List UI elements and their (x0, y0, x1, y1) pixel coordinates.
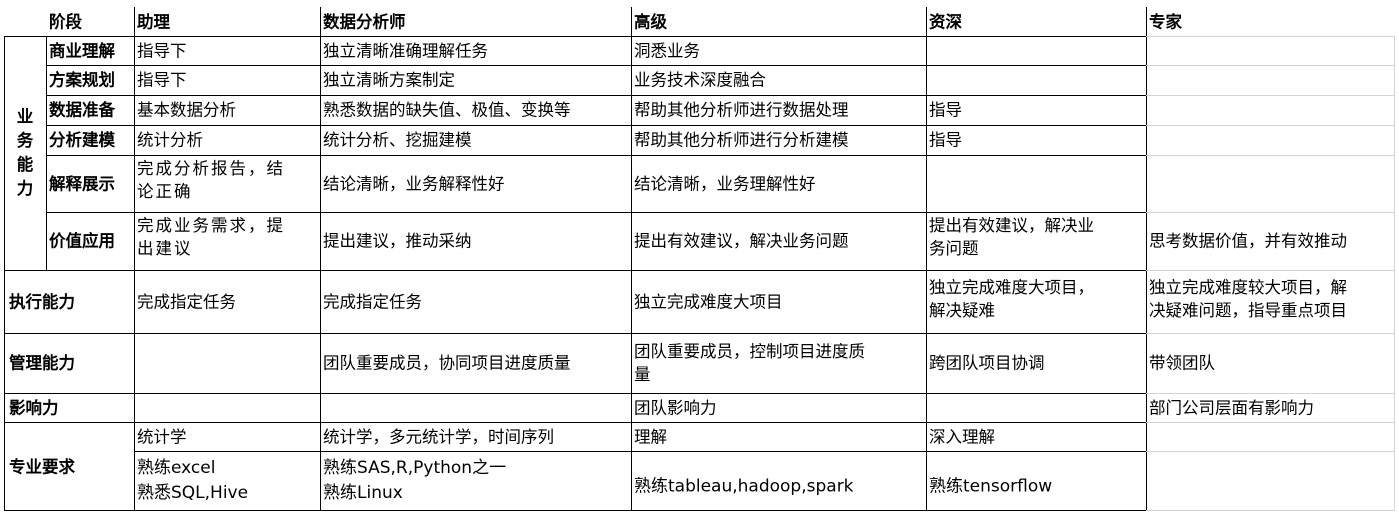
cell-modeling-senior: 帮助其他分析师进行分析建模 (634, 130, 849, 150)
cell-planning-assistant: 指导下 (137, 70, 187, 90)
row-label-execution: 执行能力 (9, 292, 75, 311)
header-senior: 高级 (631, 7, 926, 36)
cell-modeling-analyst: 统计分析、挖掘建模 (323, 130, 472, 150)
header-analyst: 数据分析师 (320, 7, 631, 36)
cell-execution-analyst: 完成指定任务 (323, 292, 422, 311)
cell-influence-senior: 团队影响力 (634, 398, 717, 417)
cell-planning-veteran (926, 65, 1146, 95)
row-label-data-prep: 数据准备 (49, 100, 115, 120)
cell-presentation-senior: 结论清晰，业务理解性好 (634, 174, 816, 193)
cell-prof2-senior: 熟练tableau,hadoop,spark (634, 476, 854, 497)
cell-influence-analyst (320, 393, 631, 422)
cell-prof1-expert (1146, 422, 1394, 451)
cell-prof1-analyst: 统计学，多元统计学，时间序列 (323, 427, 554, 446)
cell-value-analyst: 提出建议，推动采纳 (323, 231, 472, 251)
cell-influence-veteran (926, 393, 1146, 422)
cell-influence-expert: 部门公司层面有影响力 (1149, 398, 1314, 417)
header-veteran: 资深 (926, 7, 1146, 36)
cell-planning-expert (1146, 65, 1394, 95)
category-business-text: 业 务 能 力 (16, 107, 34, 198)
cell-execution-assistant: 完成指定任务 (137, 292, 236, 311)
header-senior-text: 高级 (634, 12, 667, 31)
cell-influence-assistant (134, 393, 320, 422)
cell-prof2-assistant: 熟练excel 熟悉SQL,Hive (137, 458, 249, 503)
row-label-biz-understanding: 商业理解 (49, 41, 115, 60)
cell-execution-expert: 独立完成难度较大项目，解 决疑难问题，指导重点项目 (1149, 278, 1347, 320)
row-label-planning: 方案规划 (49, 70, 115, 90)
cell-value-senior: 提出有效建议，解决业务问题 (634, 231, 849, 251)
cell-presentation-assistant: 完成分析报告，结 论正确 (137, 159, 285, 201)
cell-modeling-expert (1146, 125, 1394, 155)
cell-planning-analyst: 独立清晰方案制定 (323, 70, 455, 90)
cell-management-veteran: 跨团队项目协调 (929, 353, 1045, 373)
cell-presentation-veteran (926, 155, 1146, 212)
cell-biz-assistant: 指导下 (137, 41, 187, 60)
header-stage: 阶段 (46, 7, 134, 36)
cell-modeling-veteran: 指导 (929, 130, 962, 150)
cell-value-expert: 思考数据价值，并有效推动 (1149, 231, 1347, 251)
cell-prof2-expert (1146, 451, 1394, 511)
row-label-presentation: 解释展示 (49, 174, 115, 193)
header-assistant: 助理 (134, 7, 320, 36)
cell-prof1-senior: 理解 (634, 427, 667, 446)
header-stage-text: 阶段 (49, 12, 82, 31)
cell-management-senior: 团队重要成员，控制项目进度质 量 (634, 342, 865, 384)
cell-value-veteran: 提出有效建议，解决业 务问题 (929, 216, 1094, 258)
row-label-value: 价值应用 (49, 231, 115, 251)
cell-biz-expert (1146, 36, 1394, 65)
cell-prof1-assistant: 统计学 (137, 427, 187, 446)
cell-prof1-veteran: 深入理解 (929, 427, 995, 446)
cell-execution-senior: 独立完成难度大项目 (634, 292, 783, 311)
header-expert-text: 专家 (1149, 12, 1182, 31)
row-label-modeling: 分析建模 (49, 130, 115, 150)
cell-planning-senior: 业务技术深度融合 (634, 70, 766, 90)
cell-management-expert: 带领团队 (1149, 353, 1215, 373)
cell-management-analyst: 团队重要成员，协同项目进度质量 (323, 353, 571, 373)
row-label-management: 管理能力 (9, 353, 75, 373)
cell-prof2-analyst: 熟练SAS,R,Python之一 熟练Linux (323, 458, 507, 503)
cell-prof2-veteran: 熟练tensorflow (929, 476, 1053, 497)
header-analyst-text: 数据分析师 (323, 12, 406, 31)
cell-dataprep-analyst: 熟悉数据的缺失值、极值、变换等 (323, 100, 571, 120)
category-business-capability: 业 务 能 力 (4, 36, 46, 270)
cell-presentation-analyst: 结论清晰，业务解释性好 (323, 174, 505, 193)
row-label-professional: 专业要求 (9, 457, 75, 476)
row-label-influence: 影响力 (9, 398, 59, 417)
cell-dataprep-expert (1146, 95, 1394, 125)
cell-management-assistant (134, 333, 320, 393)
header-veteran-text: 资深 (929, 12, 962, 31)
cell-presentation-expert (1146, 155, 1394, 212)
cell-modeling-assistant: 统计分析 (137, 130, 203, 150)
cell-biz-senior: 洞悉业务 (634, 41, 700, 60)
cell-execution-veteran: 独立完成难度大项目， 解决疑难 (929, 278, 1094, 320)
cell-biz-analyst: 独立清晰准确理解任务 (323, 41, 488, 60)
cell-dataprep-veteran: 指导 (929, 100, 962, 120)
header-expert: 专家 (1146, 7, 1394, 36)
cell-biz-veteran (926, 36, 1146, 65)
cell-dataprep-assistant: 基本数据分析 (137, 100, 236, 120)
cell-dataprep-senior: 帮助其他分析师进行数据处理 (634, 100, 849, 120)
header-assistant-text: 助理 (137, 12, 170, 31)
cell-value-assistant: 完成业务需求，提 出建议 (137, 216, 285, 258)
